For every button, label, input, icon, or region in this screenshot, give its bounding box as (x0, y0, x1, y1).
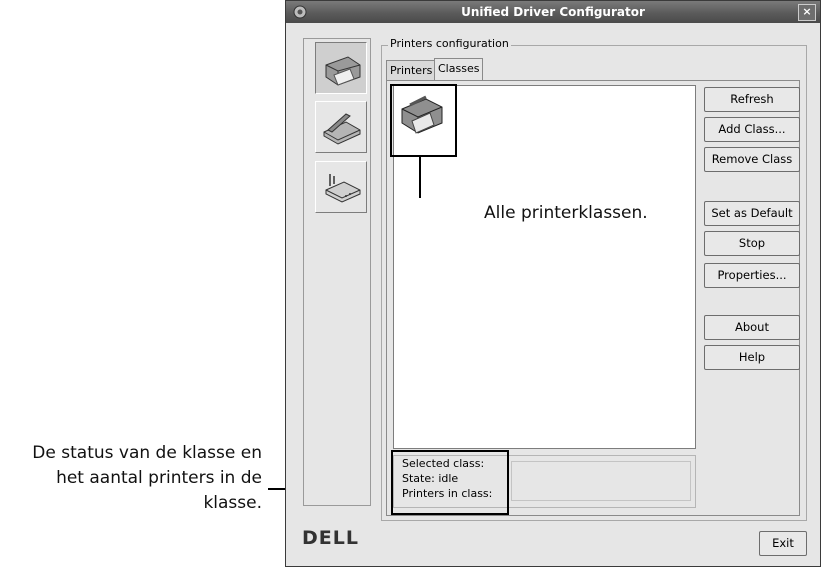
driver-configurator-window: Unified Driver Configurator × Printers c (285, 0, 821, 567)
status-highlight (391, 450, 509, 515)
tab-classes[interactable]: Classes (434, 58, 484, 80)
printer-icon (325, 56, 361, 86)
group-label: Printers configuration (388, 37, 511, 50)
status-detail-box (511, 461, 691, 501)
help-button[interactable]: Help (704, 345, 800, 370)
tab-printers[interactable]: Printers (386, 60, 437, 80)
port-device-icon (325, 174, 361, 203)
sidebar-item-printers[interactable] (315, 42, 367, 94)
set-default-button[interactable]: Set as Default (704, 201, 800, 226)
class-callout-line (419, 157, 421, 198)
annotation-line-2: het aantal printers in de (56, 468, 262, 488)
stop-button[interactable]: Stop (704, 231, 800, 256)
sidebar-item-scanners[interactable] (315, 101, 367, 153)
remove-class-button[interactable]: Remove Class (704, 147, 800, 172)
annotation-line-1: De status van de klasse en (32, 443, 262, 463)
close-button[interactable]: × (798, 4, 816, 21)
about-button[interactable]: About (704, 315, 800, 340)
classes-annotation: Alle printerklassen. (484, 203, 648, 223)
properties-button[interactable]: Properties... (704, 263, 800, 288)
gear-icon (293, 5, 307, 19)
sidebar-item-ports[interactable] (315, 161, 367, 213)
dell-logo: DELL (302, 527, 359, 549)
refresh-button[interactable]: Refresh (704, 87, 800, 112)
add-class-button[interactable]: Add Class... (704, 117, 800, 142)
annotation-line-3: klasse. (203, 493, 262, 513)
window-title: Unified Driver Configurator (461, 5, 645, 19)
class-item-highlight (390, 84, 457, 157)
scanner-icon (323, 113, 361, 145)
close-icon: × (802, 5, 812, 18)
title-bar: Unified Driver Configurator × (286, 1, 820, 23)
status-annotation: De status van de klasse en het aantal pr… (0, 441, 262, 516)
exit-button[interactable]: Exit (759, 531, 807, 556)
